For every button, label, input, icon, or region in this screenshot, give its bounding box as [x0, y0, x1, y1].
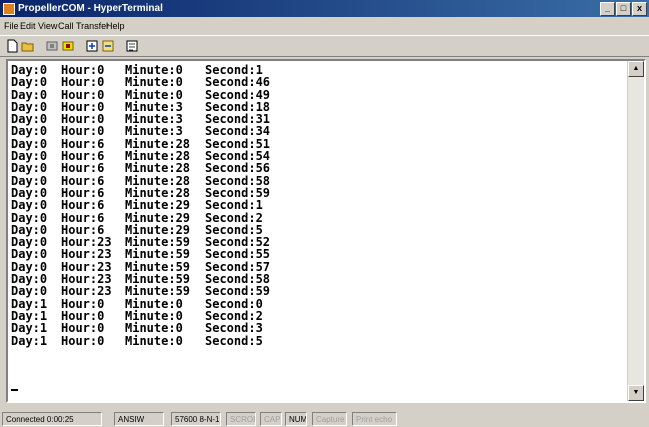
window-title: PropellerCOM - HyperTerminal	[18, 3, 163, 14]
day-value: Day:0	[11, 124, 48, 139]
day-value: Day:0	[11, 210, 48, 225]
properties-icon[interactable]	[124, 38, 140, 54]
terminal-line: Day:0 Hour:0 Minute:3 Second:34	[11, 124, 621, 139]
terminal-line: Day:0 Hour:6 Minute:28 Second:56	[11, 161, 621, 176]
minute-value: Minute:0	[125, 75, 183, 90]
terminal-line: Day:0 Hour:0 Minute:0 Second:46	[11, 75, 621, 90]
minute-value: Minute:59	[125, 284, 191, 299]
hyperterminal-app-icon[interactable]	[3, 3, 15, 15]
minute-value: Minute:3	[125, 124, 183, 139]
terminal-output[interactable]: Day:0 Hour:0 Minute:0 Second:1 Day:0 Hour:0 Mi…	[11, 64, 621, 398]
hour-value: Hour:0	[61, 333, 105, 348]
second-value: Second:5	[205, 333, 263, 348]
minute-value: Minute:0	[125, 321, 183, 336]
menu-edit[interactable]: Edit	[20, 18, 36, 34]
hour-value: Hour:23	[61, 284, 112, 299]
minute-value: Minute:0	[125, 333, 183, 348]
hour-value: Hour:6	[61, 198, 105, 213]
terminal-line: Day:1 Hour:0 Minute:0 Second:5	[11, 333, 621, 348]
hour-value: Hour:0	[61, 321, 105, 336]
open-icon[interactable]	[20, 38, 36, 54]
terminal-line: Day:0 Hour:23 Minute:59 Second:55	[11, 247, 621, 262]
toolbar	[0, 35, 649, 57]
menu-file[interactable]: File	[4, 18, 19, 34]
minimize-button[interactable]: _	[600, 2, 615, 16]
status-caps: CAPS	[260, 412, 282, 426]
day-value: Day:0	[11, 198, 48, 213]
minute-value: Minute:29	[125, 198, 191, 213]
maximize-button[interactable]: □	[616, 2, 631, 16]
minute-value: Minute:28	[125, 161, 191, 176]
vertical-scrollbar[interactable]: ▲ ▼	[627, 61, 644, 401]
minute-value: Minute:29	[125, 210, 191, 225]
terminal-line: Day:0 Hour:6 Minute:29 Second:2	[11, 210, 621, 225]
day-value: Day:0	[11, 284, 48, 299]
status-scroll: SCROLL	[226, 412, 256, 426]
terminal-line: Day:1 Hour:0 Minute:0 Second:3	[11, 321, 621, 336]
new-icon[interactable]	[4, 38, 20, 54]
status-connected: Connected 0:00:25	[2, 412, 102, 426]
status-print-echo: Print echo	[352, 412, 397, 426]
status-capture: Capture	[312, 412, 347, 426]
receive-icon[interactable]	[100, 38, 116, 54]
day-value: Day:0	[11, 75, 48, 90]
connect-icon[interactable]	[60, 38, 76, 54]
menu-call[interactable]: Call	[58, 18, 74, 34]
scroll-down-button[interactable]: ▼	[628, 385, 644, 401]
terminal-line: Day:0 Hour:23 Minute:59 Second:59	[11, 284, 621, 299]
minute-value: Minute:59	[125, 247, 191, 262]
hour-value: Hour:6	[61, 210, 105, 225]
menu-bar: File Edit View Call Transfer Help	[0, 18, 649, 34]
status-emulation: ANSIW	[114, 412, 164, 426]
scroll-up-button[interactable]: ▲	[628, 61, 644, 77]
hour-value: Hour:0	[61, 75, 105, 90]
day-value: Day:0	[11, 247, 48, 262]
day-value: Day:0	[11, 161, 48, 176]
title-bar[interactable]: PropellerCOM - HyperTerminal _ □ x	[0, 0, 649, 17]
close-button[interactable]: x	[632, 2, 647, 16]
status-num: NUM	[285, 412, 307, 426]
menu-view[interactable]: View	[38, 18, 57, 34]
day-value: Day:1	[11, 333, 48, 348]
hour-value: Hour:0	[61, 124, 105, 139]
day-value: Day:1	[11, 321, 48, 336]
menu-transfer[interactable]: Transfer	[76, 18, 109, 34]
disconnect-icon[interactable]	[44, 38, 60, 54]
status-port-settings: 57600 8-N-1	[171, 412, 221, 426]
hour-value: Hour:23	[61, 247, 112, 262]
terminal-frame: Day:0 Hour:0 Minute:0 Second:1 Day:0 Hour:0 Mi…	[6, 59, 646, 403]
status-bar: Connected 0:00:25 ANSIW 57600 8-N-1 SCRO…	[0, 411, 649, 427]
hour-value: Hour:6	[61, 161, 105, 176]
terminal-line: Day:0 Hour:6 Minute:29 Second:1	[11, 198, 621, 213]
send-icon[interactable]	[84, 38, 100, 54]
menu-help[interactable]: Help	[106, 18, 125, 34]
text-cursor	[11, 389, 18, 391]
